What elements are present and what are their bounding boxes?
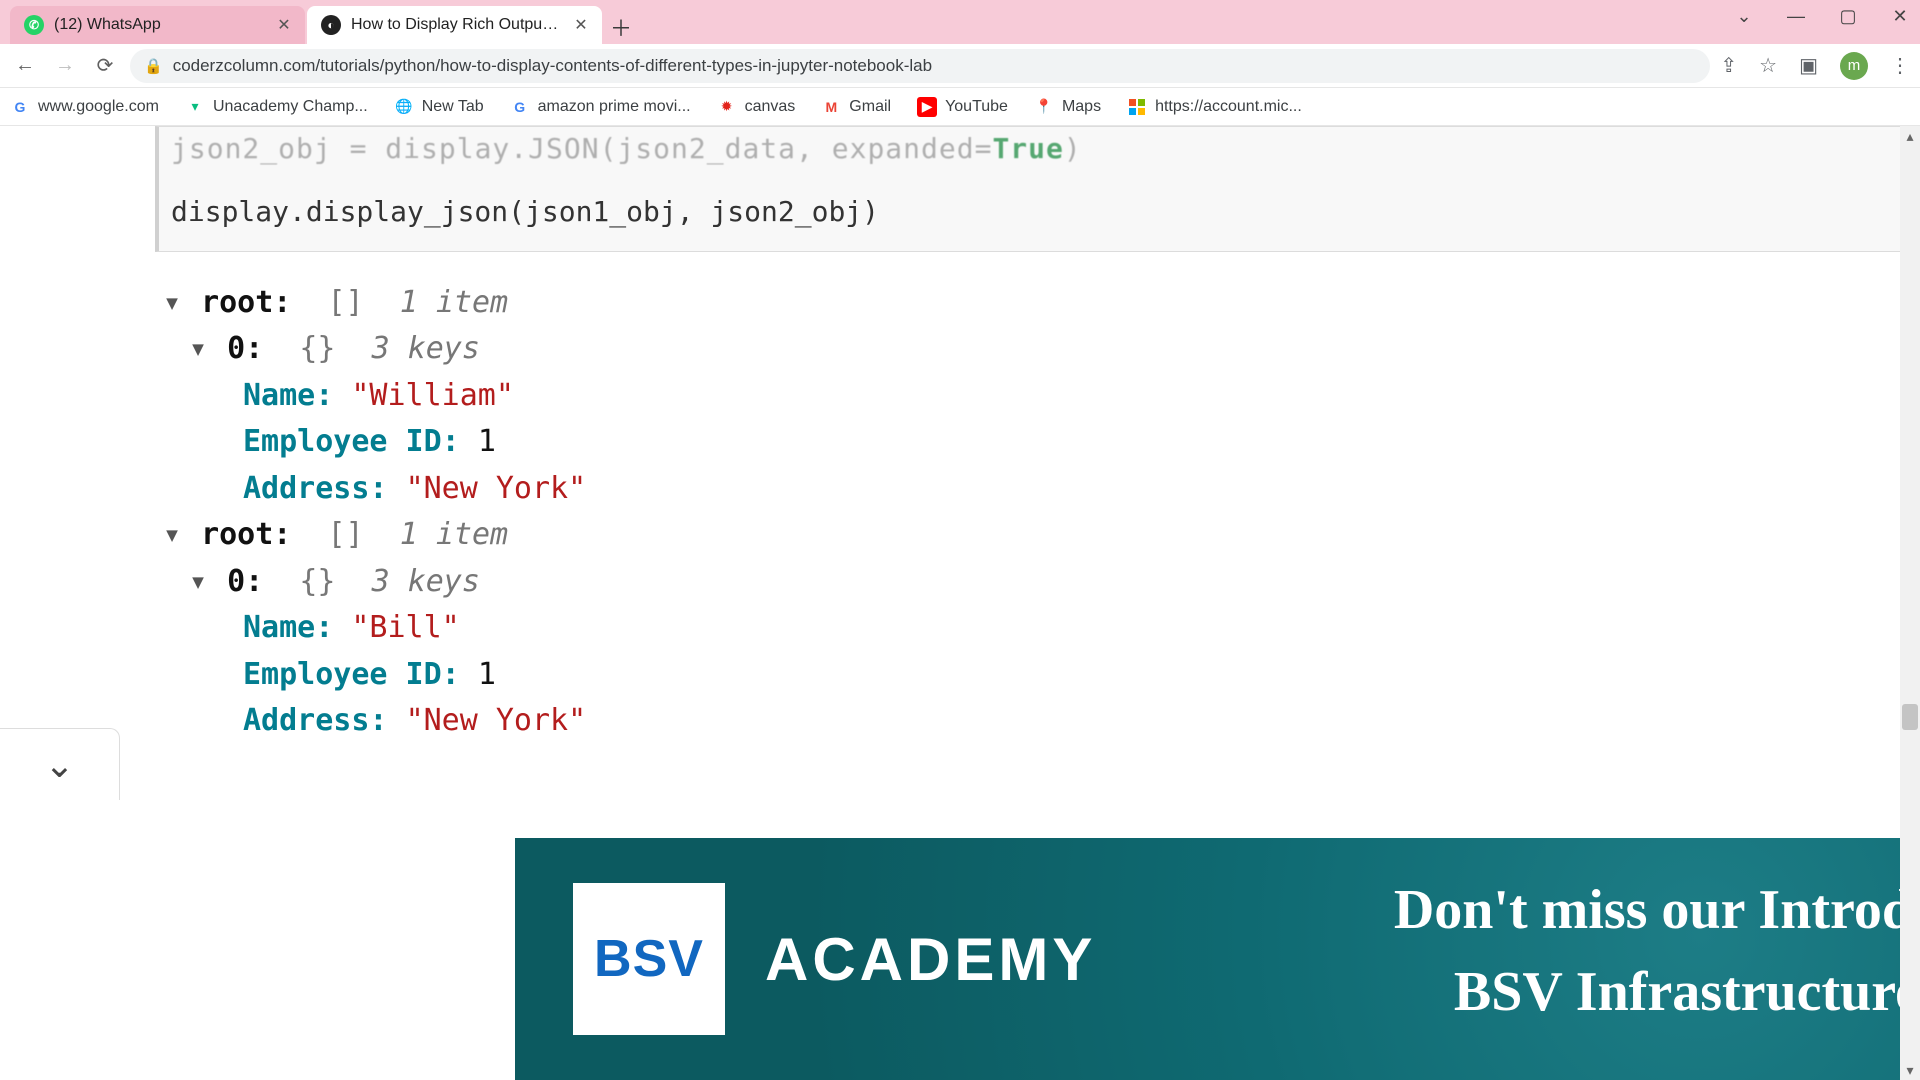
scroll-up-icon[interactable]: ▴ [1900,126,1920,146]
omnibox[interactable]: 🔒 coderzcolumn.com/tutorials/python/how-… [130,49,1710,83]
json-root-row[interactable]: ▾ root: [] 1 item [163,512,1912,559]
address-bar: ← → ⟳ 🔒 coderzcolumn.com/tutorials/pytho… [0,44,1920,88]
bookmark-item[interactable]: ▾Unacademy Champ... [185,97,368,117]
microsoft-icon [1127,97,1147,117]
bookmark-item[interactable]: 🌐New Tab [394,97,484,117]
lock-icon: 🔒 [144,57,163,75]
tab-whatsapp[interactable]: ✆ (12) WhatsApp ✕ [10,6,305,44]
bookmark-item[interactable]: Gwww.google.com [10,97,159,117]
google-icon: G [510,97,530,117]
ad-banner[interactable]: BSV ACADEMY Don't miss our Introd BSV In… [515,838,1910,1080]
bookmark-item[interactable]: 📍Maps [1034,97,1101,117]
ad-academy-text: ACADEMY [765,925,1096,994]
site-icon: ◐ [321,15,341,35]
page-content: json2_obj = display.JSON(json2_data, exp… [0,126,1920,1080]
close-icon[interactable]: ✕ [572,15,590,35]
minimize-icon[interactable]: ― [1782,6,1810,27]
json-field-row: Address: "New York" [163,466,1912,513]
chevron-down-icon[interactable]: ⌄ [0,728,120,800]
tab-title: (12) WhatsApp [54,16,265,34]
scroll-track[interactable] [1900,146,1920,1060]
maps-icon: 📍 [1034,97,1054,117]
ad-text: Don't miss our Introd BSV Infrastructure [1394,878,1910,1024]
youtube-icon: ▶ [917,97,937,117]
bookmark-item[interactable]: https://account.mic... [1127,97,1302,117]
tab-search-icon[interactable]: ⌄ [1730,6,1758,27]
reload-button[interactable]: ⟳ [90,51,120,81]
scroll-thumb[interactable] [1902,704,1918,730]
ad-logo: BSV [573,883,725,1035]
share-icon[interactable]: ⇪ [1720,53,1737,78]
vertical-scrollbar[interactable]: ▴ ▾ [1900,126,1920,1080]
json-field-row: Name: "Bill" [163,605,1912,652]
json-index-row[interactable]: ▾ 0: {} 3 keys [163,559,1912,606]
google-icon: G [10,97,30,117]
scroll-down-icon[interactable]: ▾ [1900,1060,1920,1080]
json-output: ▾ root: [] 1 item▾ 0: {} 3 keysName: "Wi… [155,252,1920,785]
gmail-icon: M [821,97,841,117]
unacademy-icon: ▾ [185,97,205,117]
json-field-row: Employee ID: 1 [163,652,1912,699]
side-panel-icon[interactable]: ▣ [1799,53,1818,78]
profile-avatar[interactable]: m [1840,52,1868,80]
bookmark-item[interactable]: ▶YouTube [917,97,1008,117]
bookmark-item[interactable]: Gamazon prime movi... [510,97,691,117]
tab-strip: ✆ (12) WhatsApp ✕ ◐ How to Display Rich … [0,0,1920,44]
close-window-icon[interactable]: ✕ [1886,6,1914,27]
json-field-row: Name: "William" [163,373,1912,420]
tab-title: How to Display Rich Outputs (im [351,16,562,34]
globe-icon: 🌐 [394,97,414,117]
json-field-row: Employee ID: 1 [163,419,1912,466]
url-text: coderzcolumn.com/tutorials/python/how-to… [173,56,932,76]
back-button[interactable]: ← [10,51,40,81]
json-root-row[interactable]: ▾ root: [] 1 item [163,280,1912,327]
bookmark-item[interactable]: MGmail [821,97,891,117]
kebab-menu-icon[interactable]: ⋮ [1890,53,1910,78]
code-block: json2_obj = display.JSON(json2_data, exp… [155,126,1920,252]
bookmarks-bar: Gwww.google.com ▾Unacademy Champ... 🌐New… [0,88,1920,126]
code-line-truncated: json2_obj = display.JSON(json2_data, exp… [171,127,1907,172]
bookmark-item[interactable]: ✹canvas [717,97,796,117]
json-field-row: Address: "New York" [163,698,1912,745]
bookmark-star-icon[interactable]: ☆ [1759,53,1777,78]
whatsapp-icon: ✆ [24,15,44,35]
new-tab-button[interactable]: ＋ [604,10,638,44]
forward-button[interactable]: → [50,51,80,81]
window-controls: ⌄ ― ▢ ✕ [1730,6,1914,27]
canvas-icon: ✹ [717,97,737,117]
code-line: display.display_json(json1_obj, json2_ob… [171,190,1907,235]
close-icon[interactable]: ✕ [275,15,293,35]
json-index-row[interactable]: ▾ 0: {} 3 keys [163,326,1912,373]
tab-active[interactable]: ◐ How to Display Rich Outputs (im ✕ [307,6,602,44]
maximize-icon[interactable]: ▢ [1834,6,1862,27]
